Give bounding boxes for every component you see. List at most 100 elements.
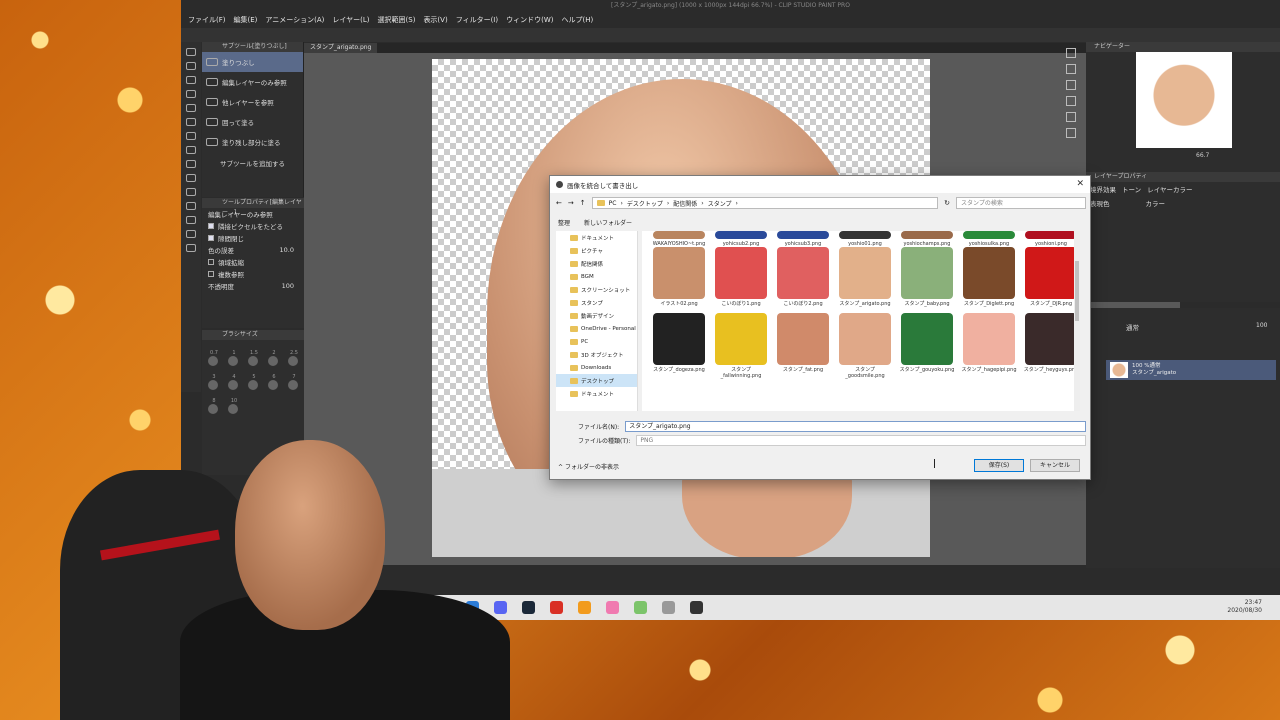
address-bar[interactable]: PC › デスクトップ › 配信関係 › スタンプ › (591, 197, 939, 209)
tree-item[interactable]: ピクチャ (556, 244, 637, 257)
checkbox[interactable] (208, 223, 214, 229)
file-item[interactable]: yoshioni.png (1022, 231, 1080, 247)
hide-folders-toggle[interactable]: ^ フォルダーの非表示 (558, 462, 619, 471)
pen-tool-icon[interactable] (186, 118, 196, 126)
file-item[interactable]: yoshiochamps.png (898, 231, 956, 247)
v-icon[interactable] (634, 601, 647, 614)
tone-button[interactable]: トーン (1122, 184, 1141, 194)
file-item[interactable]: yohicsub3.png (774, 231, 832, 247)
palette-icon[interactable] (1066, 112, 1076, 122)
file-item[interactable]: yohicsub2.png (712, 231, 770, 247)
select-tool-icon[interactable] (186, 76, 196, 84)
chrome-icon[interactable] (550, 601, 563, 614)
brush-tool-icon[interactable] (186, 146, 196, 154)
up-arrow-icon[interactable]: ↑ (580, 199, 586, 207)
brush-size-preset[interactable]: 3 (208, 374, 220, 390)
clock-date[interactable]: 2020/08/30 (1227, 607, 1262, 615)
forward-arrow-icon[interactable]: → (568, 199, 574, 207)
brush-size-preset[interactable]: 1 (228, 350, 240, 366)
file-item[interactable]: スタンプ_DJR.png (1022, 247, 1080, 307)
menu-item[interactable]: 選択範囲(S) (378, 15, 416, 25)
expression-color-select[interactable]: カラー (1146, 198, 1166, 208)
menu-item[interactable]: フィルター(I) (456, 15, 498, 25)
search-input[interactable]: スタンプの検索 (956, 197, 1086, 209)
layer-color-button[interactable]: レイヤーカラー (1147, 184, 1192, 194)
navigator-zoom[interactable]: 66.7 (1196, 152, 1209, 159)
menu-item[interactable]: ウィンドウ(W) (506, 15, 553, 25)
file-item[interactable]: WAKAIYOSHIO~t.png (650, 231, 708, 247)
tree-item[interactable]: 3D オブジェクト (556, 348, 637, 361)
file-item[interactable]: スタンプ_baby.png (898, 247, 956, 307)
border-effect-button[interactable]: 境界効果 (1090, 184, 1116, 194)
tree-item[interactable]: BGM (556, 270, 637, 283)
subtool-item[interactable]: 他レイヤーを参照 (202, 92, 303, 112)
file-item[interactable]: こいのぼり1.png (712, 247, 770, 307)
brush-size-preset[interactable]: 8 (208, 398, 220, 414)
menu-item[interactable]: ヘルプ(H) (561, 15, 593, 25)
file-item[interactable]: スタンプ_fat.png (774, 313, 832, 379)
file-scrollbar[interactable] (1074, 231, 1080, 411)
document-tab[interactable]: スタンプ_arigato.png (304, 43, 378, 53)
fill-tool-icon[interactable] (186, 188, 196, 196)
pencil-tool-icon[interactable] (186, 132, 196, 140)
checkbox[interactable] (208, 235, 214, 241)
breadcrumb-item[interactable]: PC (609, 200, 617, 207)
tree-item[interactable]: PC (556, 335, 637, 348)
eraser-tool-icon[interactable] (186, 174, 196, 182)
close-icon[interactable]: ✕ (1076, 179, 1084, 189)
breadcrumb-item[interactable]: デスクトップ (627, 199, 663, 208)
file-item[interactable]: こいのぼり2.png (774, 247, 832, 307)
file-item[interactable]: スタンプ_heyguys.png (1022, 313, 1080, 379)
close-panel-icon[interactable] (1066, 64, 1076, 74)
cancel-button[interactable]: キャンセル (1030, 459, 1080, 472)
blend-mode-select[interactable]: 通常 (1126, 322, 1139, 332)
subtool-item[interactable]: 塗りつぶし (202, 52, 303, 72)
tree-item[interactable]: ドキュメント (556, 387, 637, 400)
tool-property-value[interactable]: 100 (282, 282, 294, 290)
layer-row[interactable]: 100 %通常 スタンプ_arigato (1106, 360, 1276, 380)
clock-time[interactable]: 23:47 (1227, 599, 1262, 607)
back-arrow-icon[interactable]: ← (556, 199, 562, 207)
file-item[interactable]: スタンプ_arigato.png (836, 247, 894, 307)
close-panel-icon[interactable] (1066, 80, 1076, 90)
zoom-tool-icon[interactable] (186, 48, 196, 56)
brush-size-preset[interactable]: 10 (228, 398, 240, 414)
brush-size-preset[interactable]: 1.5 (248, 350, 260, 366)
subtool-item[interactable]: 囲って塗る (202, 112, 303, 132)
opacity-value[interactable]: 100 (1256, 322, 1267, 329)
tree-item[interactable]: デスクトップ (556, 374, 637, 387)
file-item[interactable]: スタンプ_Diglett.png (960, 247, 1018, 307)
checkbox[interactable] (208, 271, 214, 277)
clip-studio-icon[interactable] (690, 601, 703, 614)
breadcrumb-item[interactable]: スタンプ (708, 199, 732, 208)
menu-item[interactable]: ファイル(F) (188, 15, 226, 25)
menu-item[interactable]: 編集(E) (234, 15, 258, 25)
subtool-item[interactable]: 編集レイヤーのみ参照 (202, 72, 303, 92)
tree-item[interactable]: スクリーンショット (556, 283, 637, 296)
file-item[interactable]: イラスト02.png (650, 247, 708, 307)
brush-size-preset[interactable]: 7 (288, 374, 300, 390)
tree-item[interactable]: スタンプ (556, 296, 637, 309)
tree-item[interactable]: 動画デザイン (556, 309, 637, 322)
save-button[interactable]: 保存(S) (974, 459, 1024, 472)
menu-item[interactable]: レイヤー(L) (332, 15, 369, 25)
menu-item[interactable]: アニメーション(A) (265, 15, 324, 25)
file-item[interactable]: yoshiosulka.png (960, 231, 1018, 247)
brush-size-preset[interactable]: 5 (248, 374, 260, 390)
navigator-thumbnail[interactable] (1136, 52, 1232, 148)
brush-size-preset[interactable]: 6 (268, 374, 280, 390)
balloon-tool-icon[interactable] (186, 244, 196, 252)
brush-size-preset[interactable]: 0.7 (208, 350, 220, 366)
menu-item[interactable]: 表示(V) (423, 15, 447, 25)
pig-icon[interactable] (606, 601, 619, 614)
wand-tool-icon[interactable] (186, 90, 196, 98)
file-item[interactable]: yoshio01.png (836, 231, 894, 247)
gradient-tool-icon[interactable] (186, 202, 196, 210)
brush-size-preset[interactable]: 2.5 (288, 350, 300, 366)
add-subtool-button[interactable]: サブツールを追加する (202, 158, 303, 168)
file-item[interactable]: スタンプ_fallwinning.png (712, 313, 770, 379)
new-folder-button[interactable]: 新しいフォルダー (584, 218, 632, 227)
brush-size-preset[interactable]: 4 (228, 374, 240, 390)
figure-tool-icon[interactable] (186, 216, 196, 224)
file-item[interactable]: スタンプ_dogeza.png (650, 313, 708, 379)
